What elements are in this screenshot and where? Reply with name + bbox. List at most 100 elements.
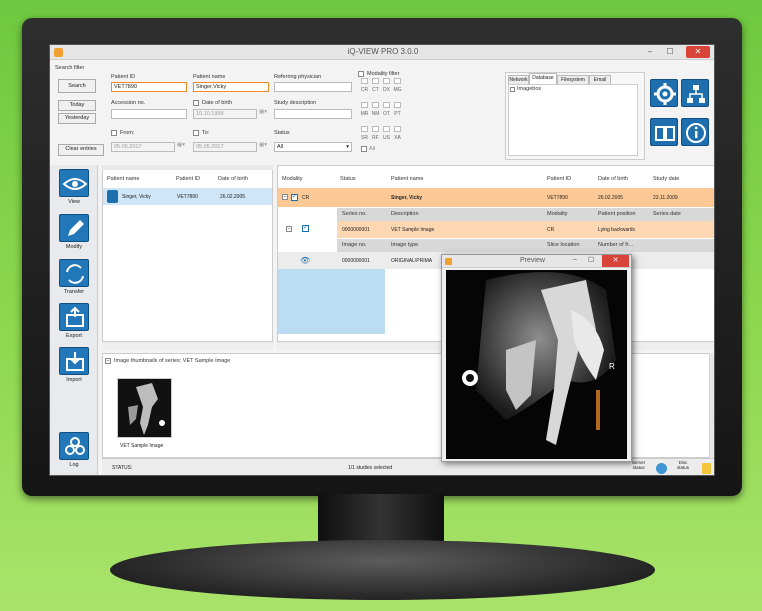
- series-checkbox[interactable]: ✓: [302, 225, 309, 232]
- modality-checkbox[interactable]: [361, 126, 368, 132]
- study-header-2[interactable]: Patient name: [391, 176, 423, 182]
- import-icon[interactable]: [59, 347, 89, 375]
- modality-checkbox[interactable]: [383, 102, 390, 108]
- collapse-toggle[interactable]: –: [282, 194, 288, 200]
- sidebar-item-transfer[interactable]: Transfer: [50, 289, 98, 295]
- dob-calendar-icon[interactable]: ▦▾: [259, 109, 267, 115]
- image-header-0[interactable]: Image no.: [342, 242, 366, 248]
- disc-status-icon[interactable]: [702, 463, 711, 474]
- modality-filter-checkbox[interactable]: [358, 71, 364, 77]
- modality-checkbox[interactable]: [361, 102, 368, 108]
- sidebar-item-log[interactable]: Log: [50, 462, 98, 468]
- from-date-input[interactable]: 05.05.2017: [111, 142, 175, 152]
- study-cell: Singer, Vicky: [391, 195, 423, 201]
- search-button[interactable]: Search: [58, 79, 96, 93]
- status-select[interactable]: All ▾: [274, 142, 352, 152]
- log-icon[interactable]: [59, 432, 89, 460]
- today-button[interactable]: Today: [58, 100, 96, 111]
- patient-name-header[interactable]: Patient name: [107, 176, 139, 182]
- server-status-icon[interactable]: [656, 463, 667, 474]
- image-header-3[interactable]: Number of fr...: [598, 242, 633, 248]
- sidebar-item-view[interactable]: View: [50, 199, 98, 205]
- image-header-2[interactable]: Slice location: [547, 242, 579, 248]
- xray-image: R: [446, 270, 627, 459]
- tab-database[interactable]: Database: [529, 73, 557, 84]
- thumbnail-caption: VET Sample Image: [120, 443, 164, 449]
- series-cell: 0000000001: [342, 227, 370, 233]
- study-header-1[interactable]: Status: [340, 176, 356, 182]
- preview-close-button[interactable]: ✕: [602, 255, 629, 267]
- modality-checkbox[interactable]: [372, 102, 379, 108]
- modality-checkbox[interactable]: [394, 78, 401, 84]
- transfer-arrows-icon[interactable]: [59, 259, 89, 287]
- imagebox-checkbox[interactable]: [510, 87, 515, 92]
- yesterday-button[interactable]: Yesterday: [58, 113, 96, 124]
- thumbnails-header: Image thumbnails of series: VET Sample I…: [114, 358, 231, 364]
- patient-name-input[interactable]: Singer,Vicky: [193, 82, 269, 92]
- to-checkbox[interactable]: [193, 130, 199, 136]
- thumbnails-scrollbar[interactable]: [709, 353, 714, 458]
- tab-network[interactable]: Network: [508, 75, 529, 84]
- preview-maximize-button[interactable]: ☐: [588, 256, 594, 264]
- image-header-1[interactable]: Image type: [391, 242, 418, 248]
- modify-pencil-icon[interactable]: [59, 214, 89, 242]
- study-header-3[interactable]: Patient ID: [547, 176, 571, 182]
- dob-input[interactable]: 10.10.1999: [193, 109, 257, 119]
- study-description-input[interactable]: [274, 109, 352, 119]
- close-button[interactable]: ✕: [686, 46, 710, 58]
- series-header-4[interactable]: Series date: [653, 211, 681, 217]
- modality-checkbox[interactable]: [372, 78, 379, 84]
- settings-gear-icon[interactable]: [650, 79, 678, 107]
- modality-checkbox[interactable]: [394, 126, 401, 132]
- modality-checkbox[interactable]: [383, 78, 390, 84]
- study-checkbox[interactable]: ✓: [291, 194, 298, 201]
- modality-label: NM: [371, 111, 380, 117]
- sidebar-item-export[interactable]: Export: [50, 333, 98, 339]
- clear-entries-button[interactable]: Clear entries: [58, 144, 104, 156]
- orientation-marker: R: [609, 362, 615, 371]
- from-checkbox[interactable]: [111, 130, 117, 136]
- modality-label: US: [383, 135, 390, 141]
- modality-checkbox[interactable]: [394, 102, 401, 108]
- manual-book-icon[interactable]: [650, 118, 678, 146]
- series-collapse-toggle[interactable]: –: [286, 226, 292, 232]
- modality-checkbox[interactable]: [383, 126, 390, 132]
- dob-checkbox[interactable]: [193, 100, 199, 106]
- sidebar-item-modify[interactable]: Modify: [50, 244, 98, 250]
- study-header-5[interactable]: Study date: [653, 176, 679, 182]
- view-eye-small-icon[interactable]: 👁: [300, 256, 310, 265]
- modality-checkbox[interactable]: [361, 78, 368, 84]
- modality-checkbox[interactable]: [372, 126, 379, 132]
- preview-minimize-button[interactable]: –: [573, 256, 577, 263]
- maximize-button[interactable]: ☐: [662, 46, 678, 58]
- series-header-3[interactable]: Patient position: [598, 211, 636, 217]
- series-cell: VET Sample Image: [391, 227, 435, 233]
- modality-all-checkbox[interactable]: [361, 146, 367, 152]
- patient-horizontal-scrollbar[interactable]: [102, 341, 273, 350]
- series-header-0[interactable]: Series no.: [342, 211, 367, 217]
- export-icon[interactable]: [59, 303, 89, 331]
- sidebar-item-import[interactable]: Import: [50, 377, 98, 383]
- study-header-0[interactable]: Modality: [282, 176, 302, 182]
- from-calendar-icon[interactable]: ▦▾: [177, 142, 185, 148]
- tab-filesystem[interactable]: Filesystem: [557, 75, 589, 84]
- thumbnail-image[interactable]: [117, 378, 172, 438]
- series-header-1[interactable]: Description: [391, 211, 419, 217]
- accession-input[interactable]: [111, 109, 187, 119]
- to-date-input[interactable]: 05.05.2017: [193, 142, 257, 152]
- patient-id-header[interactable]: Patient ID: [176, 176, 200, 182]
- view-eye-icon[interactable]: [59, 169, 89, 197]
- dob-cell: 26.02.2005: [220, 194, 246, 200]
- thumbnails-collapse-toggle[interactable]: –: [105, 358, 111, 364]
- referring-physician-input[interactable]: [274, 82, 352, 92]
- to-calendar-icon[interactable]: ▦▾: [259, 142, 267, 148]
- tab-email[interactable]: Email: [589, 75, 611, 84]
- network-nodes-icon[interactable]: [681, 79, 709, 107]
- date-of-birth-header[interactable]: Date of birth: [218, 176, 248, 182]
- series-header-2[interactable]: Modality: [547, 211, 567, 217]
- table-row[interactable]: [278, 188, 714, 207]
- study-header-4[interactable]: Date of birth: [598, 176, 628, 182]
- minimize-button[interactable]: –: [642, 46, 658, 58]
- patient-id-input[interactable]: VET7890: [111, 82, 187, 92]
- info-icon[interactable]: [681, 118, 709, 146]
